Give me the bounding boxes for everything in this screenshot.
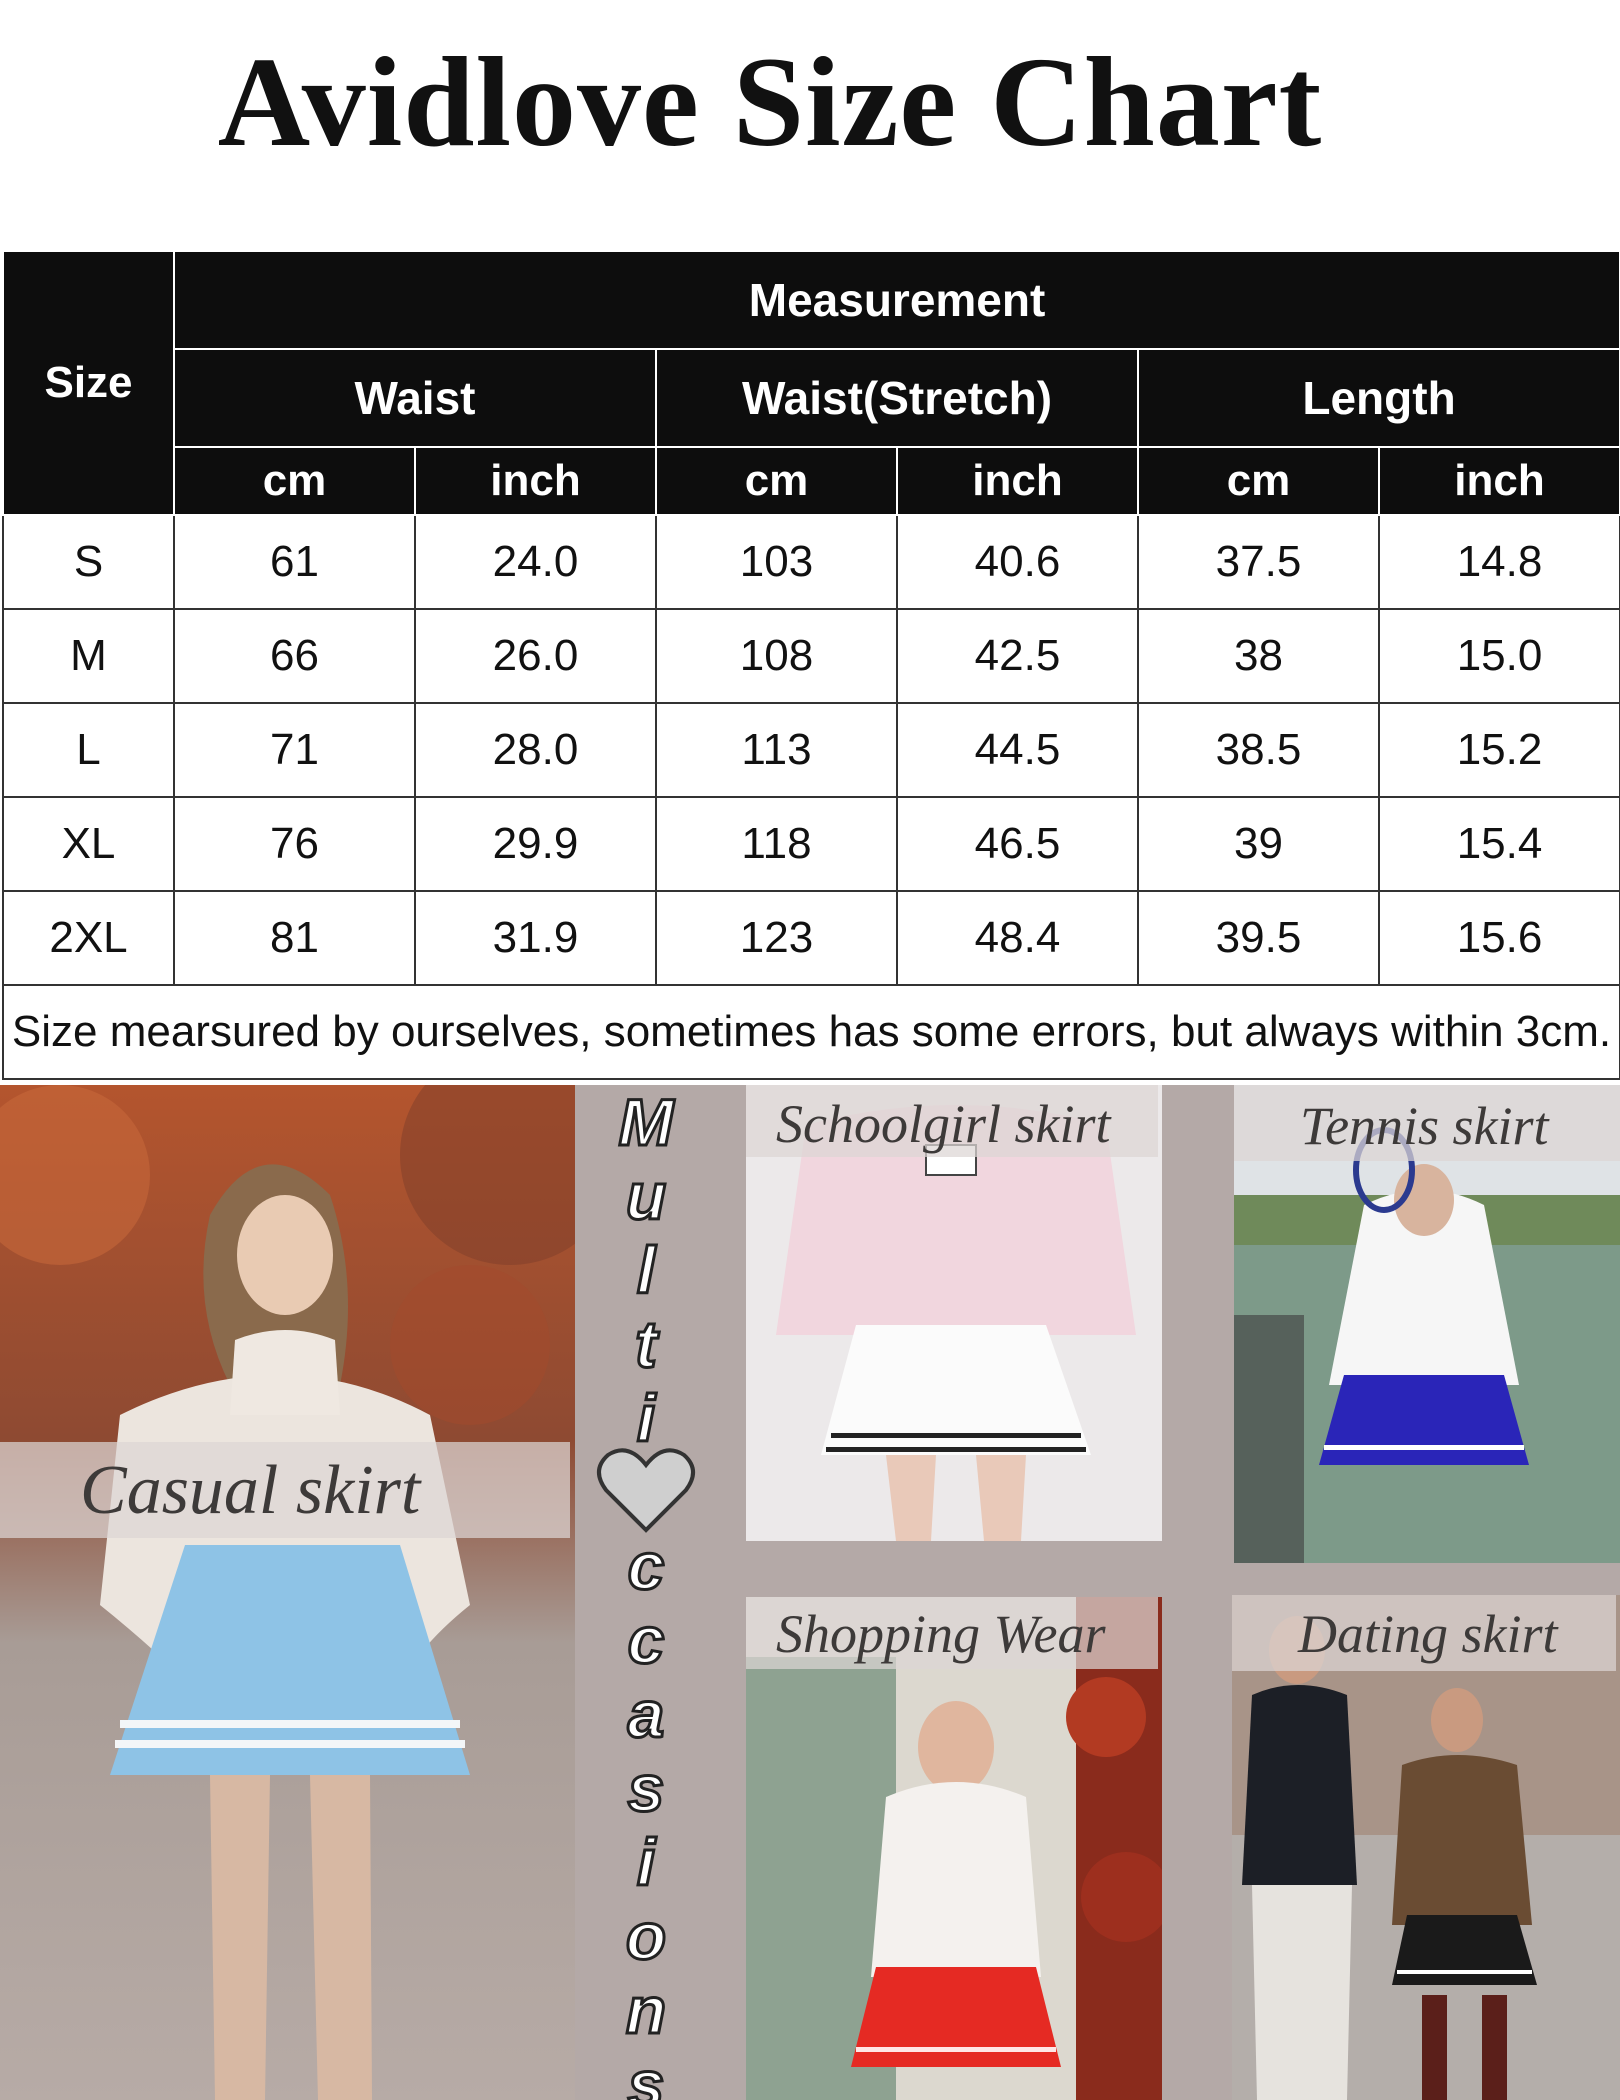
table-cell: 38 — [1137, 608, 1380, 704]
table-cell: 37.5 — [1137, 514, 1380, 610]
size-cell: 2XL — [2, 890, 175, 986]
table-cell: 66 — [173, 608, 416, 704]
table-cell: 46.5 — [896, 796, 1139, 892]
size-column-header: Size — [2, 250, 175, 516]
measurement-header: Measurement — [172, 250, 1620, 350]
table-cell: 113 — [655, 702, 898, 798]
size-cell: XL — [2, 796, 175, 892]
table-cell: 44.5 — [896, 702, 1139, 798]
table-cell: 15.2 — [1377, 702, 1620, 798]
table-cell: 61 — [173, 514, 416, 610]
waist-header: Waist — [173, 348, 657, 448]
table-cell: 28.0 — [414, 702, 657, 798]
unit-header: inch — [896, 446, 1139, 516]
table-cell: 15.0 — [1377, 608, 1620, 704]
dating-skirt-caption: Dating skirt — [1298, 1604, 1558, 1664]
page-title: Avidlove Size Chart — [217, 31, 1323, 173]
tennis-skirt-caption: Tennis skirt — [1300, 1096, 1549, 1156]
unit-header: cm — [655, 446, 898, 516]
size-cell: S — [2, 514, 175, 610]
casual-skirt-illustration — [0, 1085, 575, 2100]
table-cell: 103 — [655, 514, 898, 610]
table-cell: 71 — [173, 702, 416, 798]
table-cell: 15.4 — [1377, 796, 1620, 892]
table-row: S 61 24.0 103 40.6 37.5 14.8 — [2, 514, 1620, 610]
table-cell: 24.0 — [414, 514, 657, 610]
table-cell: 31.9 — [414, 890, 657, 986]
dating-skirt-photo: Dating skirt — [1232, 1595, 1620, 2100]
table-cell: 38.5 — [1137, 702, 1380, 798]
table-row: 2XL 81 31.9 123 48.4 39.5 15.6 — [2, 890, 1620, 986]
multioccasions-vertical-text: M u l t i o c c a s i o n s — [617, 1085, 675, 2100]
schoolgirl-skirt-photo: Schoolgirl skirt — [746, 1085, 1162, 1541]
table-cell: 118 — [655, 796, 898, 892]
table-cell: 14.8 — [1377, 514, 1620, 610]
table-row: L 71 28.0 113 44.5 38.5 15.2 — [2, 702, 1620, 798]
waist-stretch-header: Waist(Stretch) — [655, 348, 1139, 448]
occasions-collage: Casual skirt M u l t i o c c a s i o n s — [0, 1085, 1620, 2100]
size-chart-table: Size Measurement Waist Waist(Stretch) Le… — [1, 250, 1620, 1080]
table-cell: 123 — [655, 890, 898, 986]
length-header: Length — [1136, 348, 1620, 448]
table-row: M 66 26.0 108 42.5 38 15.0 — [2, 608, 1620, 704]
table-cell: 39 — [1137, 796, 1380, 892]
unit-header: inch — [414, 446, 657, 516]
table-cell: 48.4 — [896, 890, 1139, 986]
table-cell: 76 — [173, 796, 416, 892]
measurement-note: Size mearsured by ourselves, sometimes h… — [1, 984, 1620, 1080]
size-cell: L — [2, 702, 175, 798]
table-cell: 42.5 — [896, 608, 1139, 704]
table-cell: 108 — [655, 608, 898, 704]
schoolgirl-skirt-caption: Schoolgirl skirt — [776, 1094, 1111, 1154]
casual-skirt-caption: Casual skirt — [80, 1452, 421, 1529]
table-row: XL 76 29.9 118 46.5 39 15.4 — [2, 796, 1620, 892]
unit-header: cm — [1137, 446, 1380, 516]
casual-skirt-photo: Casual skirt — [0, 1085, 575, 2100]
heart-icon — [597, 1448, 695, 1533]
table-cell: 39.5 — [1137, 890, 1380, 986]
table-cell: 40.6 — [896, 514, 1139, 610]
tennis-skirt-photo: Tennis skirt — [1234, 1085, 1620, 1563]
table-cell: 81 — [173, 890, 416, 986]
unit-header: inch — [1377, 446, 1620, 516]
unit-header: cm — [173, 446, 416, 516]
table-cell: 29.9 — [414, 796, 657, 892]
table-cell: 15.6 — [1377, 890, 1620, 986]
shopping-wear-photo: Shopping Wear — [746, 1597, 1162, 2100]
size-cell: M — [2, 608, 175, 704]
table-cell: 26.0 — [414, 608, 657, 704]
shopping-wear-caption: Shopping Wear — [776, 1604, 1106, 1664]
